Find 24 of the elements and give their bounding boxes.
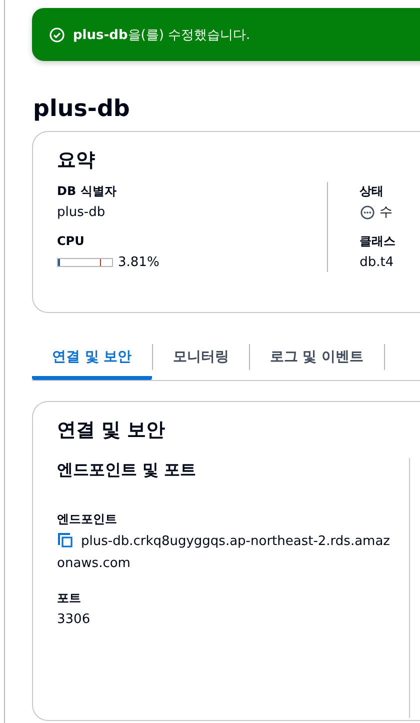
success-message: plus-db을(를) 수정했습니다. [73,26,250,44]
field-label: CPU [57,233,86,250]
field-value: 3306 [57,611,92,629]
panel-title: 연결 및 보안 [57,418,166,443]
field-value: 3.81% [118,254,160,272]
copy-icon[interactable] [57,532,73,548]
field-value: db.t4 [360,254,395,272]
endpoint-value: plus-db.crkq8ugyggqs.ap-northeast-2.rds.amazonaws.com [57,531,391,573]
field-label: 포트 [57,590,82,607]
field-label: DB 식별자 [57,183,118,200]
check-circle-icon [49,26,65,42]
section-title: 엔드포인트 및 포트 [57,459,198,481]
tab[interactable]: 연결 및 보안 [32,333,152,380]
field-value: 수 [380,204,393,222]
card-title: 요약 [57,148,96,173]
field-value: plus-db [57,204,106,222]
field-label: 상태 [360,183,385,200]
tab[interactable]: 로그 및 이벤트 [250,333,384,380]
field-label: 엔드포인트 [57,511,118,528]
page-title: plus-db [33,95,131,124]
pending-icon [360,205,375,220]
cpu-meter [57,258,113,267]
field-label: 클래스 [360,233,397,250]
tab[interactable]: 모니터링 [152,333,249,380]
